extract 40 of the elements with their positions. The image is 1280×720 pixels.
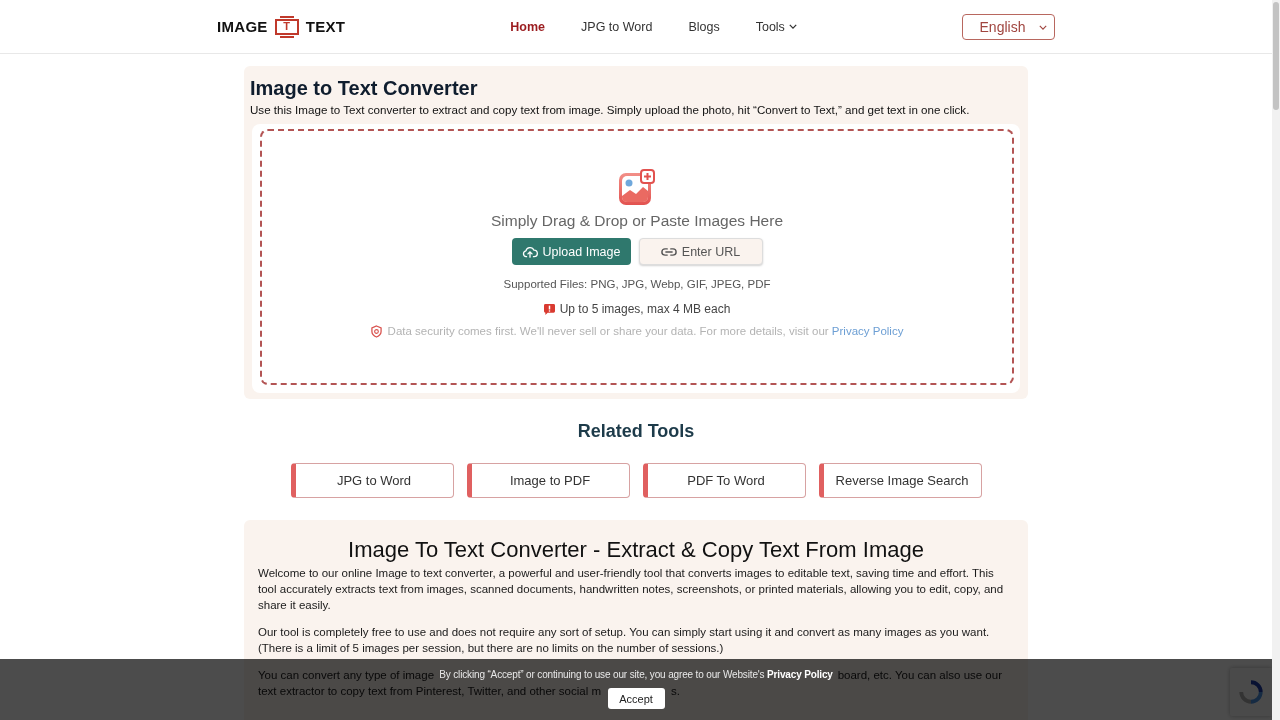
page-title: Image to Text Converter [250,76,479,100]
nav-link[interactable]: Blogs [688,19,720,34]
logo-text: TEXT [305,18,346,35]
paragraph-text: text extractor to copy text from Pinterest, Twitter, and other social m [258,684,601,699]
cloud-upload-icon [521,245,538,258]
accept-button[interactable]: Accept [607,688,665,709]
language-select[interactable]: English [962,13,1055,40]
privacy-policy-link[interactable]: Privacy Policy [767,669,833,680]
data-security-note: Data security comes first. We'll never sell or share your data. For more details, visit our Privacy Policy [387,324,904,339]
cookie-notice: By clicking “Accept” or continuing to use our site, you agree to our Website's Privacy Policy [439,668,833,682]
section-heading: Related Tools [577,420,695,442]
related-tool-button[interactable]: JPG to Word [290,463,454,498]
scrollbar-thumb[interactable] [1273,2,1279,110]
supported-files-text: Supported Files: PNG, JPG, Webp, GIF, JPEG, PDF [503,277,771,292]
logo-text: IMAGE [217,18,268,35]
paragraph-text: Our tool is completely free to use and does not require any sort of setup. You can simply start using it and convert as many images as you want. (There is a limit of 5 images per session, but there are no limits on the number of sessions.) [258,625,991,656]
chevron-down-icon [788,24,797,29]
nav-link[interactable]: Tools [755,19,797,34]
shield-icon [370,324,382,338]
limit-text: Up to 5 images, max 4 MB each [559,301,731,317]
nav-link[interactable]: JPG to Word [581,19,653,34]
upload-image-button[interactable]: Upload Image [511,238,631,265]
article-heading: Image To Text Converter - Extract & Copy Text From Image [347,536,925,564]
related-tool-button[interactable]: Image to PDF [466,463,630,498]
nav-link[interactable]: Home [510,19,546,34]
related-tool-button[interactable]: Reverse Image Search [818,463,982,498]
paragraph-text: s. [671,684,680,699]
link-icon [660,245,677,258]
logo-mark: T [274,15,299,38]
description-text: Use this Image to Text converter to extract and copy text from image. Simply upload the photo, hit “Convert to Text,” and get text in one click. [250,102,971,118]
chevron-down-icon [1039,24,1047,30]
add-image-icon [619,169,655,205]
paragraph-text: You can convert any type of image [258,668,435,683]
alert-icon [543,303,555,315]
scrollbar[interactable] [1272,0,1280,720]
drop-prompt: Simply Drag & Drop or Paste Images Here [491,211,783,231]
related-tool-button[interactable]: PDF To Word [642,463,806,498]
paragraph-text: board, etc. You can also use our [837,668,1002,683]
paragraph-text: Welcome to our online Image to text converter, a powerful and user-friendly tool that converts images to editable text, saving time and effort. This tool accurately extracts text from images, scanned documents, handwritten notes, screenshots, or printed materials, allowing you to edit, copy, and share it easily. [258,566,1005,613]
enter-url-button[interactable]: Enter URL [638,238,763,265]
